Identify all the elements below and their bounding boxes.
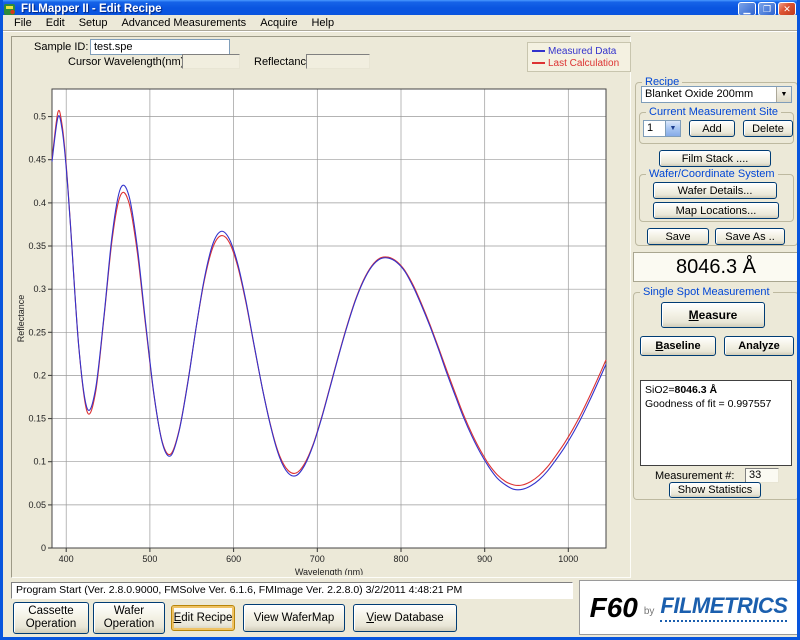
wafer-details-button[interactable]: Wafer Details... (653, 182, 777, 199)
view-wafermap-button[interactable]: View WaferMap (243, 604, 345, 632)
svg-text:900: 900 (477, 554, 492, 564)
legend-measured-label: Measured Data (548, 46, 616, 57)
add-site-button[interactable]: Add (689, 120, 735, 137)
chart-legend: Measured Data Last Calculation (527, 42, 631, 72)
logo-brand-text: FILMETRICS (660, 593, 787, 622)
status-bar: Program Start (Ver. 2.8.0.9000, FMSolve … (11, 582, 573, 599)
filmetrics-logo: F60 by FILMETRICS (579, 580, 798, 635)
measurement-number-field: 33 (745, 468, 779, 483)
svg-text:0.35: 0.35 (28, 241, 46, 251)
spectrum-panel: Sample ID: Cursor Wavelength(nm): Reflec… (11, 36, 631, 578)
menu-advanced-measurements[interactable]: Advanced Measurements (114, 16, 253, 30)
menu-help[interactable]: Help (304, 16, 341, 30)
wafer-coordinate-group-label: Wafer/Coordinate System (646, 168, 778, 180)
svg-text:0.5: 0.5 (33, 112, 46, 122)
cassette-operation-button[interactable]: Cassette Operation (13, 602, 89, 634)
close-icon[interactable]: ✕ (778, 2, 796, 16)
cursor-reflectance-field (306, 54, 370, 69)
fit-result-thickness: SiO2=8046.3 Å (645, 383, 787, 397)
chevron-down-icon[interactable]: ▼ (665, 121, 680, 136)
thickness-readout: 8046.3 Å (633, 252, 799, 282)
svg-text:600: 600 (226, 554, 241, 564)
map-locations-button[interactable]: Map Locations... (653, 202, 779, 219)
legend-calculated-label: Last Calculation (548, 58, 619, 69)
menu-separator (3, 30, 797, 32)
svg-text:500: 500 (142, 554, 157, 564)
app-icon (4, 3, 17, 16)
last-calculation-swatch (532, 62, 545, 64)
maximize-icon[interactable]: ❐ (758, 2, 776, 16)
reflectance-chart[interactable]: 400 500 600 700 800 900 1000 0 0.05 0.1 0.15 0.2 0.2… (14, 75, 626, 575)
app-window: FILMapper II - Edit Recipe ▁ ❐ ✕ File Ed… (0, 0, 800, 640)
film-stack-button[interactable]: Film Stack .... (659, 150, 771, 167)
site-number-value: 1 (644, 121, 665, 136)
sample-id-label: Sample ID: (34, 41, 88, 53)
svg-text:800: 800 (393, 554, 408, 564)
svg-text:Wavelength (nm): Wavelength (nm) (295, 567, 363, 575)
save-as-button[interactable]: Save As .. (715, 228, 785, 245)
edit-recipe-button[interactable]: Edit Recipe (171, 605, 235, 631)
svg-text:0.45: 0.45 (28, 155, 46, 165)
delete-site-button[interactable]: Delete (743, 120, 793, 137)
view-database-button[interactable]: View Database (353, 604, 457, 632)
menu-edit[interactable]: Edit (39, 16, 72, 30)
show-statistics-button[interactable]: Show Statistics (669, 482, 761, 498)
measurement-site-group-label: Current Measurement Site (646, 106, 781, 118)
fit-result-gof: Goodness of fit = 0.997557 (645, 397, 787, 411)
recipe-combobox[interactable]: Blanket Oxide 200mm ▼ (641, 86, 792, 103)
svg-text:1000: 1000 (558, 554, 578, 564)
svg-text:Reflectance: Reflectance (16, 295, 26, 343)
svg-text:0: 0 (41, 543, 46, 553)
logo-f60-text: F60 (590, 592, 638, 624)
site-number-combobox[interactable]: 1 ▼ (643, 120, 681, 137)
measured-data-swatch (532, 50, 545, 52)
cursor-wavelength-field (182, 54, 240, 69)
svg-text:0.2: 0.2 (33, 370, 46, 380)
measure-button[interactable]: Measure (661, 302, 765, 328)
menu-bar: File Edit Setup Advanced Measurements Ac… (3, 15, 797, 30)
menu-setup[interactable]: Setup (72, 16, 115, 30)
svg-text:700: 700 (310, 554, 325, 564)
svg-text:0.1: 0.1 (33, 457, 46, 467)
menu-file[interactable]: File (7, 16, 39, 30)
minimize-icon[interactable]: ▁ (738, 2, 756, 16)
wafer-operation-button[interactable]: Wafer Operation (93, 602, 165, 634)
window-title: FILMapper II - Edit Recipe (21, 3, 162, 15)
measurement-number-label: Measurement #: (655, 470, 734, 482)
svg-text:0.25: 0.25 (28, 327, 46, 337)
logo-by-text: by (644, 606, 655, 617)
sample-id-input[interactable] (90, 39, 230, 55)
save-button[interactable]: Save (647, 228, 709, 245)
svg-text:0.3: 0.3 (33, 284, 46, 294)
svg-text:0.15: 0.15 (28, 414, 46, 424)
svg-text:0.05: 0.05 (28, 500, 46, 510)
baseline-button[interactable]: Baseline (640, 336, 716, 356)
fit-results-box: SiO2=8046.3 Å Goodness of fit = 0.997557 (640, 380, 792, 466)
analyze-button[interactable]: Analyze (724, 336, 794, 356)
svg-text:0.4: 0.4 (33, 198, 46, 208)
recipe-selected-value: Blanket Oxide 200mm (642, 87, 776, 102)
menu-acquire[interactable]: Acquire (253, 16, 304, 30)
single-spot-group-label: Single Spot Measurement (640, 286, 773, 298)
cursor-wavelength-label: Cursor Wavelength(nm): (68, 56, 187, 68)
svg-text:400: 400 (59, 554, 74, 564)
chevron-down-icon[interactable]: ▼ (776, 87, 791, 102)
